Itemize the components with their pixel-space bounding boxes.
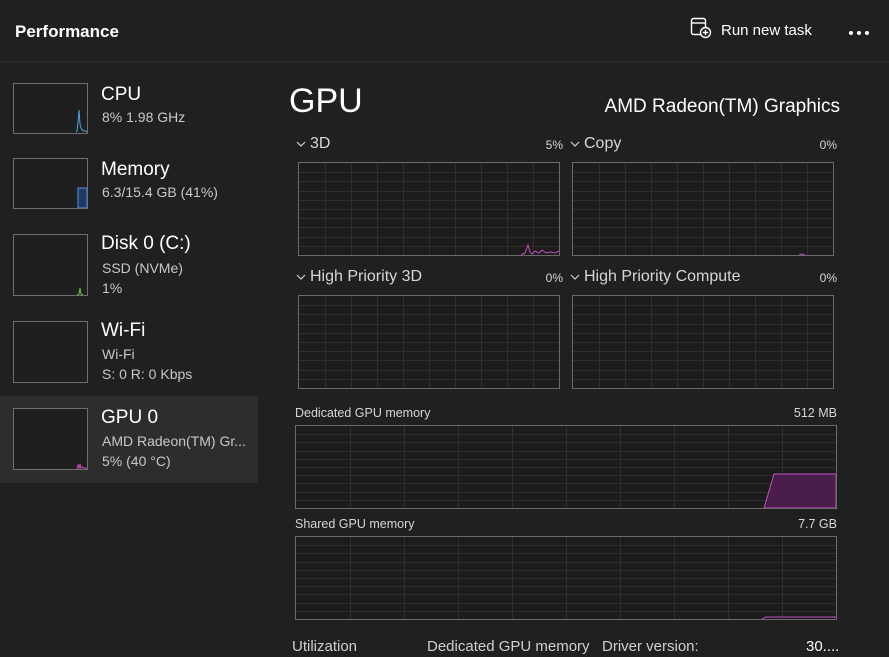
sidebar: CPU 8% 1.98 GHz Memory 6.3/15.4 GB (41%)…	[0, 74, 258, 657]
new-task-icon	[690, 17, 712, 44]
chevron-down-icon	[570, 139, 580, 150]
sidebar-item-label: Wi-Fi	[101, 320, 146, 341]
engine-graph-high-priority-3d	[298, 295, 560, 389]
engine-percent: 0%	[545, 271, 563, 285]
sidebar-item-label: GPU 0	[101, 407, 159, 428]
sidebar-item-detail-secondary: S: 0 R: 0 Kbps	[102, 366, 193, 382]
shared-memory-graph	[295, 536, 837, 620]
dedicated-memory-label: Dedicated GPU memory	[295, 406, 431, 420]
gpu-thumbnail-graph	[13, 408, 88, 470]
sidebar-item-detail-secondary: 1%	[102, 280, 123, 296]
more-icon	[848, 19, 870, 42]
engine-percent: 0%	[819, 138, 837, 152]
sidebar-item-detail: Wi-Fi	[102, 346, 135, 362]
gpu-heading: GPU	[289, 82, 363, 120]
chevron-down-icon	[570, 272, 580, 283]
sidebar-item-label: CPU	[101, 84, 142, 105]
wifi-thumbnail-graph	[13, 321, 88, 383]
engine-label: High Priority 3D	[310, 268, 423, 285]
engine-selector-high-priority-3d[interactable]: High Priority 3D	[296, 268, 422, 286]
engine-graph-copy	[572, 162, 834, 256]
memory-thumbnail-graph	[13, 158, 88, 209]
disk-thumbnail-graph	[13, 234, 88, 296]
cpu-thumbnail-graph	[13, 83, 88, 134]
dedicated-memory-max: 512 MB	[793, 406, 837, 420]
sidebar-item-gpu[interactable]: GPU 0 AMD Radeon(TM) Gr... 5% (40 °C)	[0, 396, 258, 483]
engine-label: Copy	[584, 135, 622, 152]
run-new-task-button[interactable]: Run new task	[684, 12, 820, 48]
chevron-down-icon	[296, 272, 306, 283]
sidebar-item-detail: AMD Radeon(TM) Gr...	[102, 433, 246, 449]
engine-graph-3d	[298, 162, 560, 256]
shared-memory-label: Shared GPU memory	[295, 517, 415, 531]
gpu-model-name: AMD Radeon(TM) Graphics	[604, 96, 840, 117]
page-title: Performance	[15, 22, 119, 41]
utilization-label: Utilization	[292, 638, 358, 655]
engine-selector-3d[interactable]: 3D	[296, 135, 330, 153]
driver-version-value: 30....	[806, 638, 840, 655]
dedicated-memory-graph	[295, 425, 837, 509]
engine-percent: 5%	[545, 138, 563, 152]
more-options-button[interactable]	[840, 12, 878, 48]
sidebar-item-detail: SSD (NVMe)	[102, 260, 183, 276]
driver-version-label: Driver version:	[602, 638, 699, 655]
sidebar-item-wifi[interactable]: Wi-Fi Wi-Fi S: 0 R: 0 Kbps	[0, 312, 258, 399]
sidebar-item-label: Memory	[101, 159, 170, 180]
engine-selector-high-priority-compute[interactable]: High Priority Compute	[570, 268, 741, 286]
chevron-down-icon	[296, 139, 306, 150]
sidebar-item-disk[interactable]: Disk 0 (C:) SSD (NVMe) 1%	[0, 225, 258, 312]
run-new-task-label: Run new task	[721, 21, 812, 39]
sidebar-item-detail-secondary: 5% (40 °C)	[102, 453, 171, 469]
shared-memory-max: 7.7 GB	[798, 517, 837, 531]
engine-selector-copy[interactable]: Copy	[570, 135, 621, 153]
engine-label: 3D	[310, 135, 331, 152]
sidebar-item-label: Disk 0 (C:)	[101, 233, 191, 254]
title-bar: Performance Run new task	[0, 0, 889, 62]
sidebar-item-detail: 6.3/15.4 GB (41%)	[102, 184, 218, 200]
engine-graph-high-priority-compute	[572, 295, 834, 389]
dedicated-memory-stat-label: Dedicated GPU memory	[427, 638, 590, 655]
sidebar-item-detail: 8% 1.98 GHz	[102, 109, 186, 125]
engine-label: High Priority Compute	[584, 268, 741, 285]
sidebar-item-cpu[interactable]: CPU 8% 1.98 GHz	[0, 74, 258, 161]
engine-percent: 0%	[819, 271, 837, 285]
